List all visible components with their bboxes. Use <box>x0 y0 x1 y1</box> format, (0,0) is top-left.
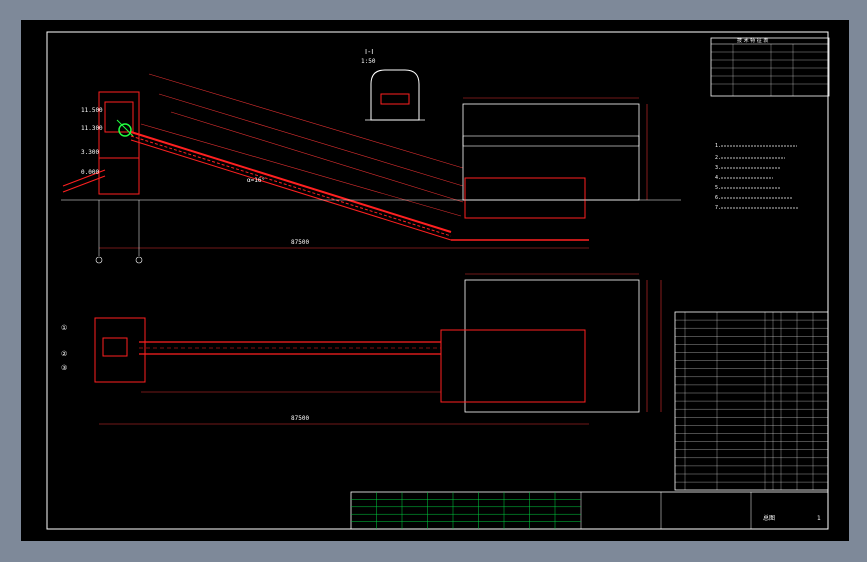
plan-axis-label-3: ③ <box>61 364 67 372</box>
tech-feature-table: 技 术 特 征 表 <box>710 37 830 97</box>
plan-axis-label-1: ① <box>61 324 67 332</box>
bill-of-materials <box>674 311 829 491</box>
gallery-section-outline <box>370 69 420 121</box>
plan-hopper <box>440 329 586 403</box>
cad-viewport[interactable]: 11.500 11.300 3.300 0.000 α=16° 87500 Ⅰ-… <box>21 20 849 541</box>
dim-line-2 <box>158 93 464 187</box>
title-block-grid <box>351 492 581 529</box>
tech-table-frame <box>710 37 830 97</box>
note-7: 7. <box>715 205 721 211</box>
cad-drawing-canvas[interactable]: 11.500 11.300 3.300 0.000 α=16° 87500 Ⅰ-… <box>21 20 849 541</box>
plan-axis-label-2: ② <box>61 350 67 358</box>
notes: 1. 2. 3. 4. 5. 6. 7. <box>715 143 799 211</box>
note-5: 5. <box>715 185 721 191</box>
elevation-label-3: 3.300 <box>81 149 99 156</box>
title-block-frame <box>350 491 829 530</box>
title-block: 总图 1 <box>350 491 829 530</box>
belt-bottom-strand <box>130 139 452 241</box>
drawing-frame <box>46 31 829 530</box>
drawing-name: 总图 <box>763 514 775 522</box>
tail-building <box>462 103 640 201</box>
plan-overall-length: 87500 <box>291 415 309 422</box>
section-detail: Ⅰ-Ⅰ 1:50 <box>361 48 425 121</box>
sheet-number: 1 <box>817 515 821 522</box>
overall-length-label: 87500 <box>291 239 309 246</box>
tech-table-title: 技 术 特 征 表 <box>737 37 768 44</box>
section-title: Ⅰ-Ⅰ <box>365 48 373 56</box>
note-2: 2. <box>715 155 721 161</box>
drive-pulley <box>118 123 132 137</box>
note-4: 4. <box>715 175 721 181</box>
slope-label: α=16° <box>247 177 265 184</box>
elevation-label-1: 11.500 <box>81 107 103 114</box>
plan-head-drive <box>102 337 128 357</box>
elevation-label-4: 0.000 <box>81 169 99 176</box>
elevation-label-2: 11.300 <box>81 125 103 132</box>
gallery-conveyor-frame <box>380 93 410 105</box>
belt-frame-line <box>130 135 452 237</box>
belt-top-strand <box>130 131 452 233</box>
axis-bubble-1 <box>95 256 103 264</box>
note-1: 1. <box>715 143 721 149</box>
note-6: 6. <box>715 195 721 201</box>
note-3: 3. <box>715 165 721 171</box>
tail-building-roof <box>462 135 640 147</box>
bom-rows <box>675 319 828 483</box>
receiving-hopper <box>464 177 586 219</box>
axis-bubble-2 <box>135 256 143 264</box>
dim-line-3 <box>170 111 464 203</box>
plan-view: ① ② ③ 87500 <box>61 273 662 425</box>
dim-line-4 <box>140 123 462 217</box>
plan-tail-building <box>464 279 640 413</box>
section-scale: 1:50 <box>361 58 376 65</box>
